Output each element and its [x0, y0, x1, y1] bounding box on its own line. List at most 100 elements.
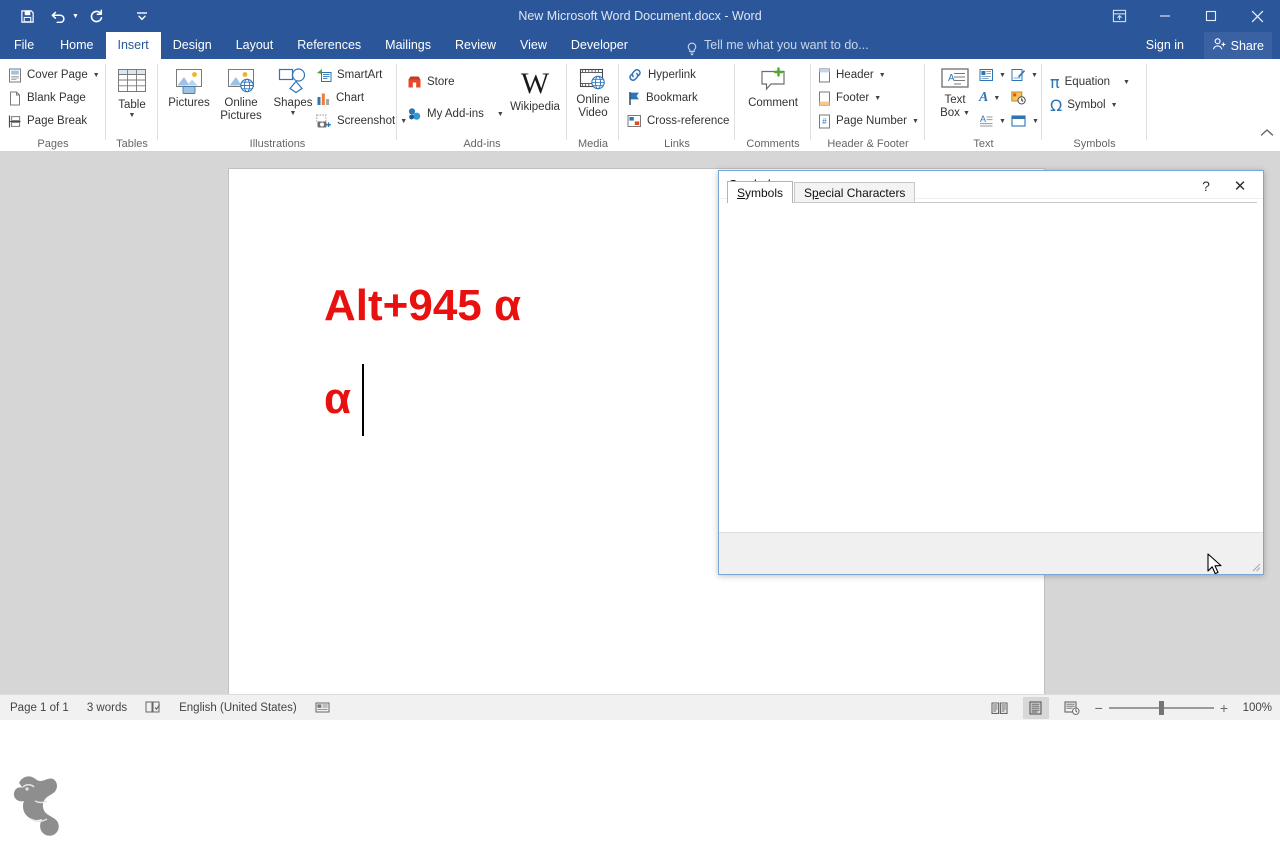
cover-page-button[interactable]: Cover Page ▼ — [8, 64, 100, 86]
zoom-thumb[interactable] — [1158, 701, 1164, 715]
zoom-slider[interactable]: − + — [1095, 700, 1228, 716]
object-caret-icon[interactable]: ▼ — [1032, 118, 1039, 125]
macro-record-icon[interactable] — [315, 700, 330, 717]
dialog-tab-special-rest: ecial Characters — [818, 186, 906, 200]
hyperlink-button[interactable]: Hyperlink — [627, 64, 696, 86]
ribbon-group-media: Online Video Media — [567, 59, 619, 152]
symbol-caret-icon[interactable]: ▼ — [1111, 102, 1118, 109]
screenshot-button[interactable]: Screenshot ▼ — [316, 110, 407, 132]
page-break-button[interactable]: Page Break — [8, 110, 87, 132]
symbol-dialog[interactable]: Symbol ? ✕ Symbols Special Characters Fo… — [718, 170, 1264, 575]
undo-icon[interactable] — [44, 3, 74, 29]
save-icon[interactable] — [12, 3, 42, 29]
footer-button[interactable]: Footer ▼ — [818, 87, 881, 109]
tab-view[interactable]: View — [508, 32, 559, 59]
cover-page-caret-icon[interactable]: ▼ — [93, 72, 100, 79]
tab-insert[interactable]: Insert — [105, 32, 161, 59]
minimize-button[interactable] — [1142, 0, 1188, 32]
online-pictures-icon — [226, 67, 256, 95]
my-addins-caret-icon[interactable]: ▼ — [497, 111, 504, 118]
text-box-caret-icon[interactable]: ▼ — [963, 110, 970, 117]
read-mode-view-button[interactable] — [987, 697, 1013, 719]
tab-developer[interactable]: Developer — [559, 32, 640, 59]
cross-reference-button[interactable]: Cross-reference — [627, 110, 729, 132]
header-button[interactable]: Header ▼ — [818, 64, 886, 86]
resize-grip-icon[interactable] — [1249, 560, 1261, 572]
proofing-errors-icon[interactable] — [145, 700, 161, 717]
group-label-header-footer: Header & Footer — [827, 138, 909, 150]
drop-cap-caret-icon[interactable]: ▼ — [999, 118, 1006, 125]
smartart-label: SmartArt — [337, 69, 383, 81]
tab-mailings[interactable]: Mailings — [373, 32, 443, 59]
bookmark-button[interactable]: Bookmark — [627, 87, 698, 109]
wordart-caret-icon[interactable]: ▼ — [993, 95, 1000, 102]
tab-layout[interactable]: Layout — [224, 32, 286, 59]
tab-file[interactable]: File — [0, 32, 48, 59]
quick-parts-caret-icon[interactable]: ▼ — [999, 72, 1006, 79]
tab-references[interactable]: References — [285, 32, 373, 59]
print-layout-view-button[interactable] — [1022, 697, 1049, 719]
smartart-button[interactable]: SmartArt — [316, 64, 382, 86]
hyperlink-icon — [627, 68, 643, 82]
language-indicator[interactable]: English (United States) — [179, 702, 297, 714]
object-button[interactable]: ▼ — [1011, 110, 1039, 132]
dialog-tab-special-characters[interactable]: Special Characters — [794, 182, 916, 203]
signature-line-caret-icon[interactable]: ▼ — [1031, 72, 1038, 79]
table-label: Table — [118, 99, 146, 111]
wordart-button[interactable]: A ▼ — [979, 87, 1000, 109]
table-button[interactable]: Table ▼ — [114, 67, 150, 119]
signature-line-button[interactable]: ▼ — [1011, 64, 1038, 86]
date-time-button[interactable] — [1011, 87, 1026, 109]
zoom-in-button[interactable]: + — [1220, 700, 1228, 716]
header-caret-icon[interactable]: ▼ — [879, 72, 886, 79]
tab-design[interactable]: Design — [161, 32, 224, 59]
page-indicator[interactable]: Page 1 of 1 — [10, 702, 69, 714]
ribbon-display-options-icon[interactable] — [1096, 0, 1142, 32]
zoom-level-label[interactable]: 100% — [1238, 702, 1272, 714]
collapse-ribbon-icon[interactable] — [1260, 127, 1274, 141]
window-controls — [1096, 0, 1280, 32]
online-video-button[interactable]: Online Video — [571, 67, 615, 120]
page-number-button[interactable]: # Page Number ▼ — [818, 110, 919, 132]
dialog-tab-symbols[interactable]: Symbols — [727, 181, 794, 203]
text-box-button[interactable]: A Text Box ▼ — [933, 67, 977, 120]
zoom-out-button[interactable]: − — [1095, 700, 1103, 716]
footer-caret-icon[interactable]: ▼ — [874, 95, 881, 102]
page-number-caret-icon[interactable]: ▼ — [912, 118, 919, 125]
word-count[interactable]: 3 words — [87, 702, 127, 714]
page-number-label: Page Number — [836, 115, 907, 127]
maximize-button[interactable] — [1188, 0, 1234, 32]
blank-page-button[interactable]: Blank Page — [8, 87, 86, 109]
equation-label: Equation — [1064, 76, 1111, 88]
wikipedia-icon: W — [520, 67, 550, 100]
sign-in-button[interactable]: Sign in — [1146, 32, 1184, 59]
drop-cap-button[interactable]: A ▼ — [979, 110, 1006, 132]
tell-me-box[interactable]: Tell me what you want to do... — [686, 32, 869, 59]
dialog-close-icon[interactable]: ✕ — [1225, 176, 1255, 196]
chart-button[interactable]: Chart — [316, 87, 364, 109]
quick-parts-button[interactable]: ▼ — [979, 64, 1006, 86]
my-addins-button[interactable]: My Add-ins ▼ — [407, 103, 504, 125]
shapes-caret-icon[interactable]: ▼ — [290, 110, 297, 117]
tab-home[interactable]: Home — [48, 32, 105, 59]
comment-button[interactable]: Comment — [745, 67, 801, 110]
wikipedia-button[interactable]: W Wikipedia — [507, 67, 563, 114]
close-button[interactable] — [1234, 0, 1280, 32]
zoom-track[interactable] — [1108, 701, 1214, 715]
pictures-button[interactable]: Pictures — [164, 67, 214, 110]
undo-dropdown-caret-icon[interactable]: ▼ — [72, 13, 79, 20]
customize-qat-icon[interactable] — [127, 3, 157, 29]
tab-review[interactable]: Review — [443, 32, 508, 59]
symbol-button[interactable]: Ω Symbol ▼ — [1050, 94, 1118, 116]
shapes-button[interactable]: Shapes ▼ — [270, 67, 316, 117]
online-pictures-button[interactable]: Online Pictures — [214, 67, 268, 123]
help-icon[interactable]: ? — [1193, 176, 1219, 196]
redo-icon[interactable] — [81, 3, 111, 29]
cross-reference-label: Cross-reference — [647, 115, 730, 127]
web-layout-view-button[interactable] — [1059, 697, 1085, 719]
table-caret-icon[interactable]: ▼ — [129, 112, 136, 119]
store-button[interactable]: Store — [407, 71, 455, 93]
equation-button[interactable]: π Equation ▼ — [1050, 71, 1130, 93]
equation-caret-icon[interactable]: ▼ — [1123, 79, 1130, 86]
share-button[interactable]: Share — [1203, 32, 1272, 59]
